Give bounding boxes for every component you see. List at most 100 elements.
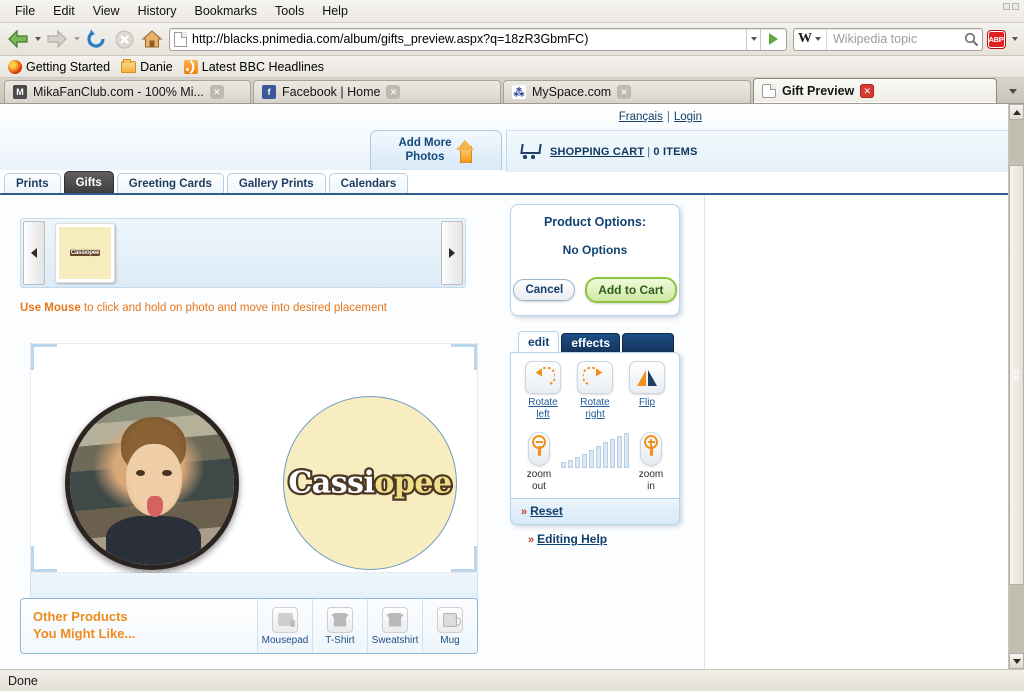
adblock-plus-button[interactable]: ABP (983, 30, 1009, 48)
header-links: Français | Login (619, 111, 702, 123)
usage-hint-bold: Use Mouse (20, 302, 81, 314)
cancel-button[interactable]: Cancel (513, 279, 576, 301)
window-controls[interactable] (1003, 3, 1019, 10)
tab-myspace[interactable]: ⁂ MySpace.com ✕ (503, 80, 751, 103)
page-right-margin (704, 195, 1008, 669)
other-product-mug[interactable]: Mug (422, 599, 477, 653)
url-text[interactable]: http://blacks.pnimedia.com/album/gifts_p… (192, 32, 745, 46)
cart-divider: | (647, 145, 651, 158)
logo-part-1: Cassi (286, 463, 377, 503)
close-icon[interactable]: ✕ (386, 85, 401, 99)
usage-hint-rest: to click and hold on photo and move into… (80, 302, 387, 314)
filmstrip-next-button[interactable] (441, 221, 463, 285)
scrollbar-track[interactable] (1009, 120, 1024, 653)
tab-gifts[interactable]: Gifts (63, 171, 114, 194)
tab-edit[interactable]: edit (518, 331, 560, 352)
url-dropdown-caret-icon[interactable] (748, 37, 759, 41)
tab-effects[interactable]: effects (561, 333, 621, 352)
menu-edit[interactable]: Edit (44, 2, 84, 20)
back-history-caret-icon[interactable] (32, 37, 43, 41)
tab-gallery-prints[interactable]: Gallery Prints (226, 173, 326, 194)
reset-link[interactable]: Reset (530, 504, 563, 518)
other-product-sweatshirt[interactable]: Sweatshirt (367, 599, 422, 653)
close-icon[interactable]: ✕ (860, 84, 875, 98)
shopping-cart-link[interactable]: SHOPPING CART (550, 146, 644, 158)
menu-bar: File Edit View History Bookmarks Tools H… (0, 0, 1024, 23)
photo-badge-preview[interactable] (65, 396, 239, 570)
bookmark-bbc-headlines[interactable]: Latest BBC Headlines (180, 58, 331, 76)
vertical-scrollbar[interactable] (1008, 104, 1024, 669)
editing-help-link[interactable]: Editing Help (537, 532, 607, 546)
menu-view[interactable]: View (84, 2, 129, 20)
filmstrip-thumbnail[interactable]: Cassiopee (55, 223, 115, 283)
zoom-slider[interactable] (559, 432, 631, 468)
other-product-mousepad[interactable]: Mousepad (257, 599, 312, 653)
toolbar-overflow-caret-icon[interactable] (1009, 37, 1020, 41)
url-bar[interactable]: http://blacks.pnimedia.com/album/gifts_p… (169, 27, 787, 51)
menu-file[interactable]: File (6, 2, 44, 20)
other-product-label: T-Shirt (325, 634, 355, 646)
zoom-in-button[interactable]: zoom in (631, 432, 671, 492)
tab-mikafanclub[interactable]: M MikaFanClub.com - 100% Mi... ✕ (4, 80, 251, 103)
product-options-title: Product Options: (543, 215, 647, 229)
tab-calendars[interactable]: Calendars (328, 173, 409, 194)
zoom-out-button[interactable]: zoom out (519, 432, 559, 492)
photo-filmstrip: Cassiopee (20, 218, 466, 288)
search-input[interactable]: Wikipedia topic (827, 32, 960, 46)
flip-button[interactable]: Flip (621, 361, 673, 409)
menu-history[interactable]: History (129, 2, 186, 20)
francais-link[interactable]: Français (619, 111, 663, 123)
back-button[interactable] (4, 26, 32, 53)
logo-part-2: opee (372, 463, 454, 503)
tab-label: MySpace.com (532, 85, 612, 99)
forward-history-caret-icon[interactable] (71, 37, 82, 41)
tab-gift-preview[interactable]: Gift Preview ✕ (753, 78, 997, 103)
cart-count: 0 (653, 145, 660, 158)
canvas-corner-bracket (31, 546, 57, 572)
home-button[interactable] (138, 26, 166, 53)
reload-button[interactable] (82, 26, 110, 53)
search-engine-caret-icon[interactable] (812, 37, 823, 41)
design-canvas-wrap: Cassiopee (30, 325, 478, 613)
bookmark-getting-started[interactable]: Getting Started (4, 58, 117, 76)
add-more-photos-button[interactable]: Add More Photos (370, 130, 502, 170)
tab-facebook[interactable]: f Facebook | Home ✕ (253, 80, 501, 103)
tab-prints[interactable]: Prints (4, 173, 61, 194)
go-button[interactable] (762, 29, 784, 50)
scrollbar-thumb[interactable] (1009, 165, 1024, 585)
tab-label: Gift Preview (782, 84, 855, 98)
add-more-line-2: Photos (405, 150, 445, 163)
page-icon (174, 31, 187, 47)
add-to-cart-button[interactable]: Add to Cart (585, 277, 677, 303)
navigation-toolbar: http://blacks.pnimedia.com/album/gifts_p… (0, 23, 1024, 56)
menu-tools[interactable]: Tools (266, 2, 313, 20)
search-engine-selector[interactable]: W (794, 28, 827, 50)
logo-badge-preview[interactable]: Cassiopee (283, 396, 457, 570)
forward-button[interactable] (43, 26, 71, 53)
tab-extra[interactable] (622, 333, 675, 352)
close-icon[interactable]: ✕ (209, 85, 224, 99)
content-row: Français | Login Add More Photos SHOPPING … (0, 104, 1024, 669)
rotate-left-button[interactable]: Rotate left (517, 361, 569, 420)
tab-list-caret-icon[interactable] (1005, 83, 1021, 99)
menu-bookmarks[interactable]: Bookmarks (185, 2, 266, 20)
mousepad-icon (272, 606, 298, 633)
search-icon[interactable] (960, 32, 982, 47)
login-link[interactable]: Login (674, 111, 702, 123)
tab-greeting-cards[interactable]: Greeting Cards (116, 173, 224, 194)
menu-help[interactable]: Help (313, 2, 357, 20)
scroll-down-icon[interactable] (1009, 653, 1024, 669)
close-icon[interactable]: ✕ (617, 85, 632, 99)
editing-help-row: » Editing Help (528, 532, 680, 546)
bookmark-danie[interactable]: Danie (117, 58, 180, 76)
document-icon (762, 84, 776, 98)
other-product-tshirt[interactable]: T-Shirt (312, 599, 367, 653)
rotate-left-icon (525, 361, 561, 394)
add-more-line-1: Add More (398, 137, 452, 150)
scroll-up-icon[interactable] (1009, 104, 1024, 120)
edit-tools-body: Rotate left Rotate right Flip zoom out z… (510, 352, 680, 499)
rotate-right-button[interactable]: Rotate right (569, 361, 621, 420)
design-canvas[interactable]: Cassiopee (30, 343, 478, 573)
filmstrip-prev-button[interactable] (23, 221, 45, 285)
search-bar[interactable]: W Wikipedia topic (793, 27, 983, 51)
